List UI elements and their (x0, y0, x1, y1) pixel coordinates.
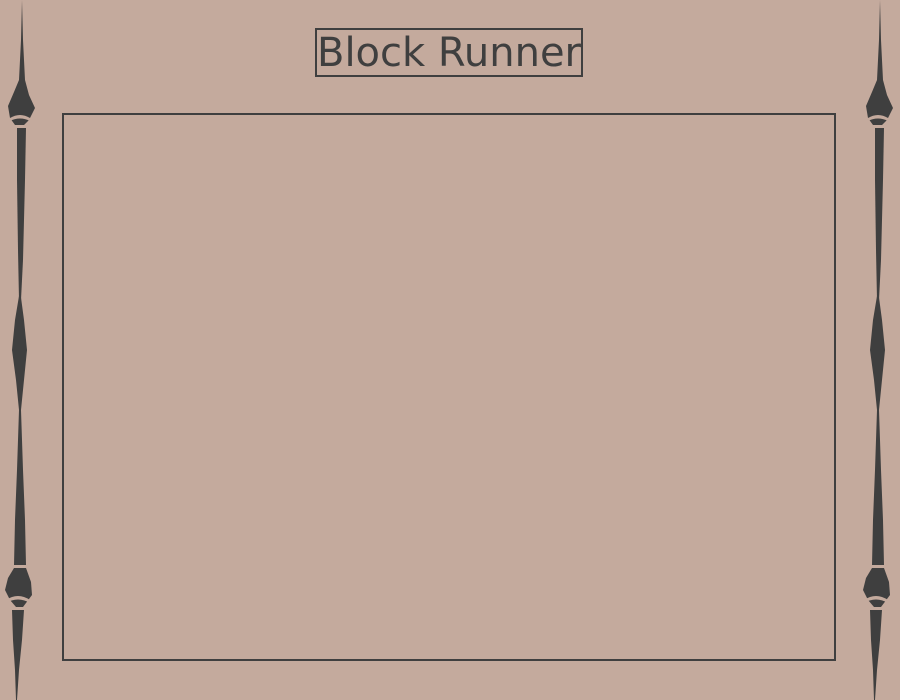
game-title: Block Runner (315, 28, 583, 77)
left-ornament-border (0, 0, 40, 700)
right-ornament-border (858, 0, 898, 700)
game-play-area[interactable] (62, 113, 836, 661)
game-title-text: Block Runner (317, 29, 582, 76)
